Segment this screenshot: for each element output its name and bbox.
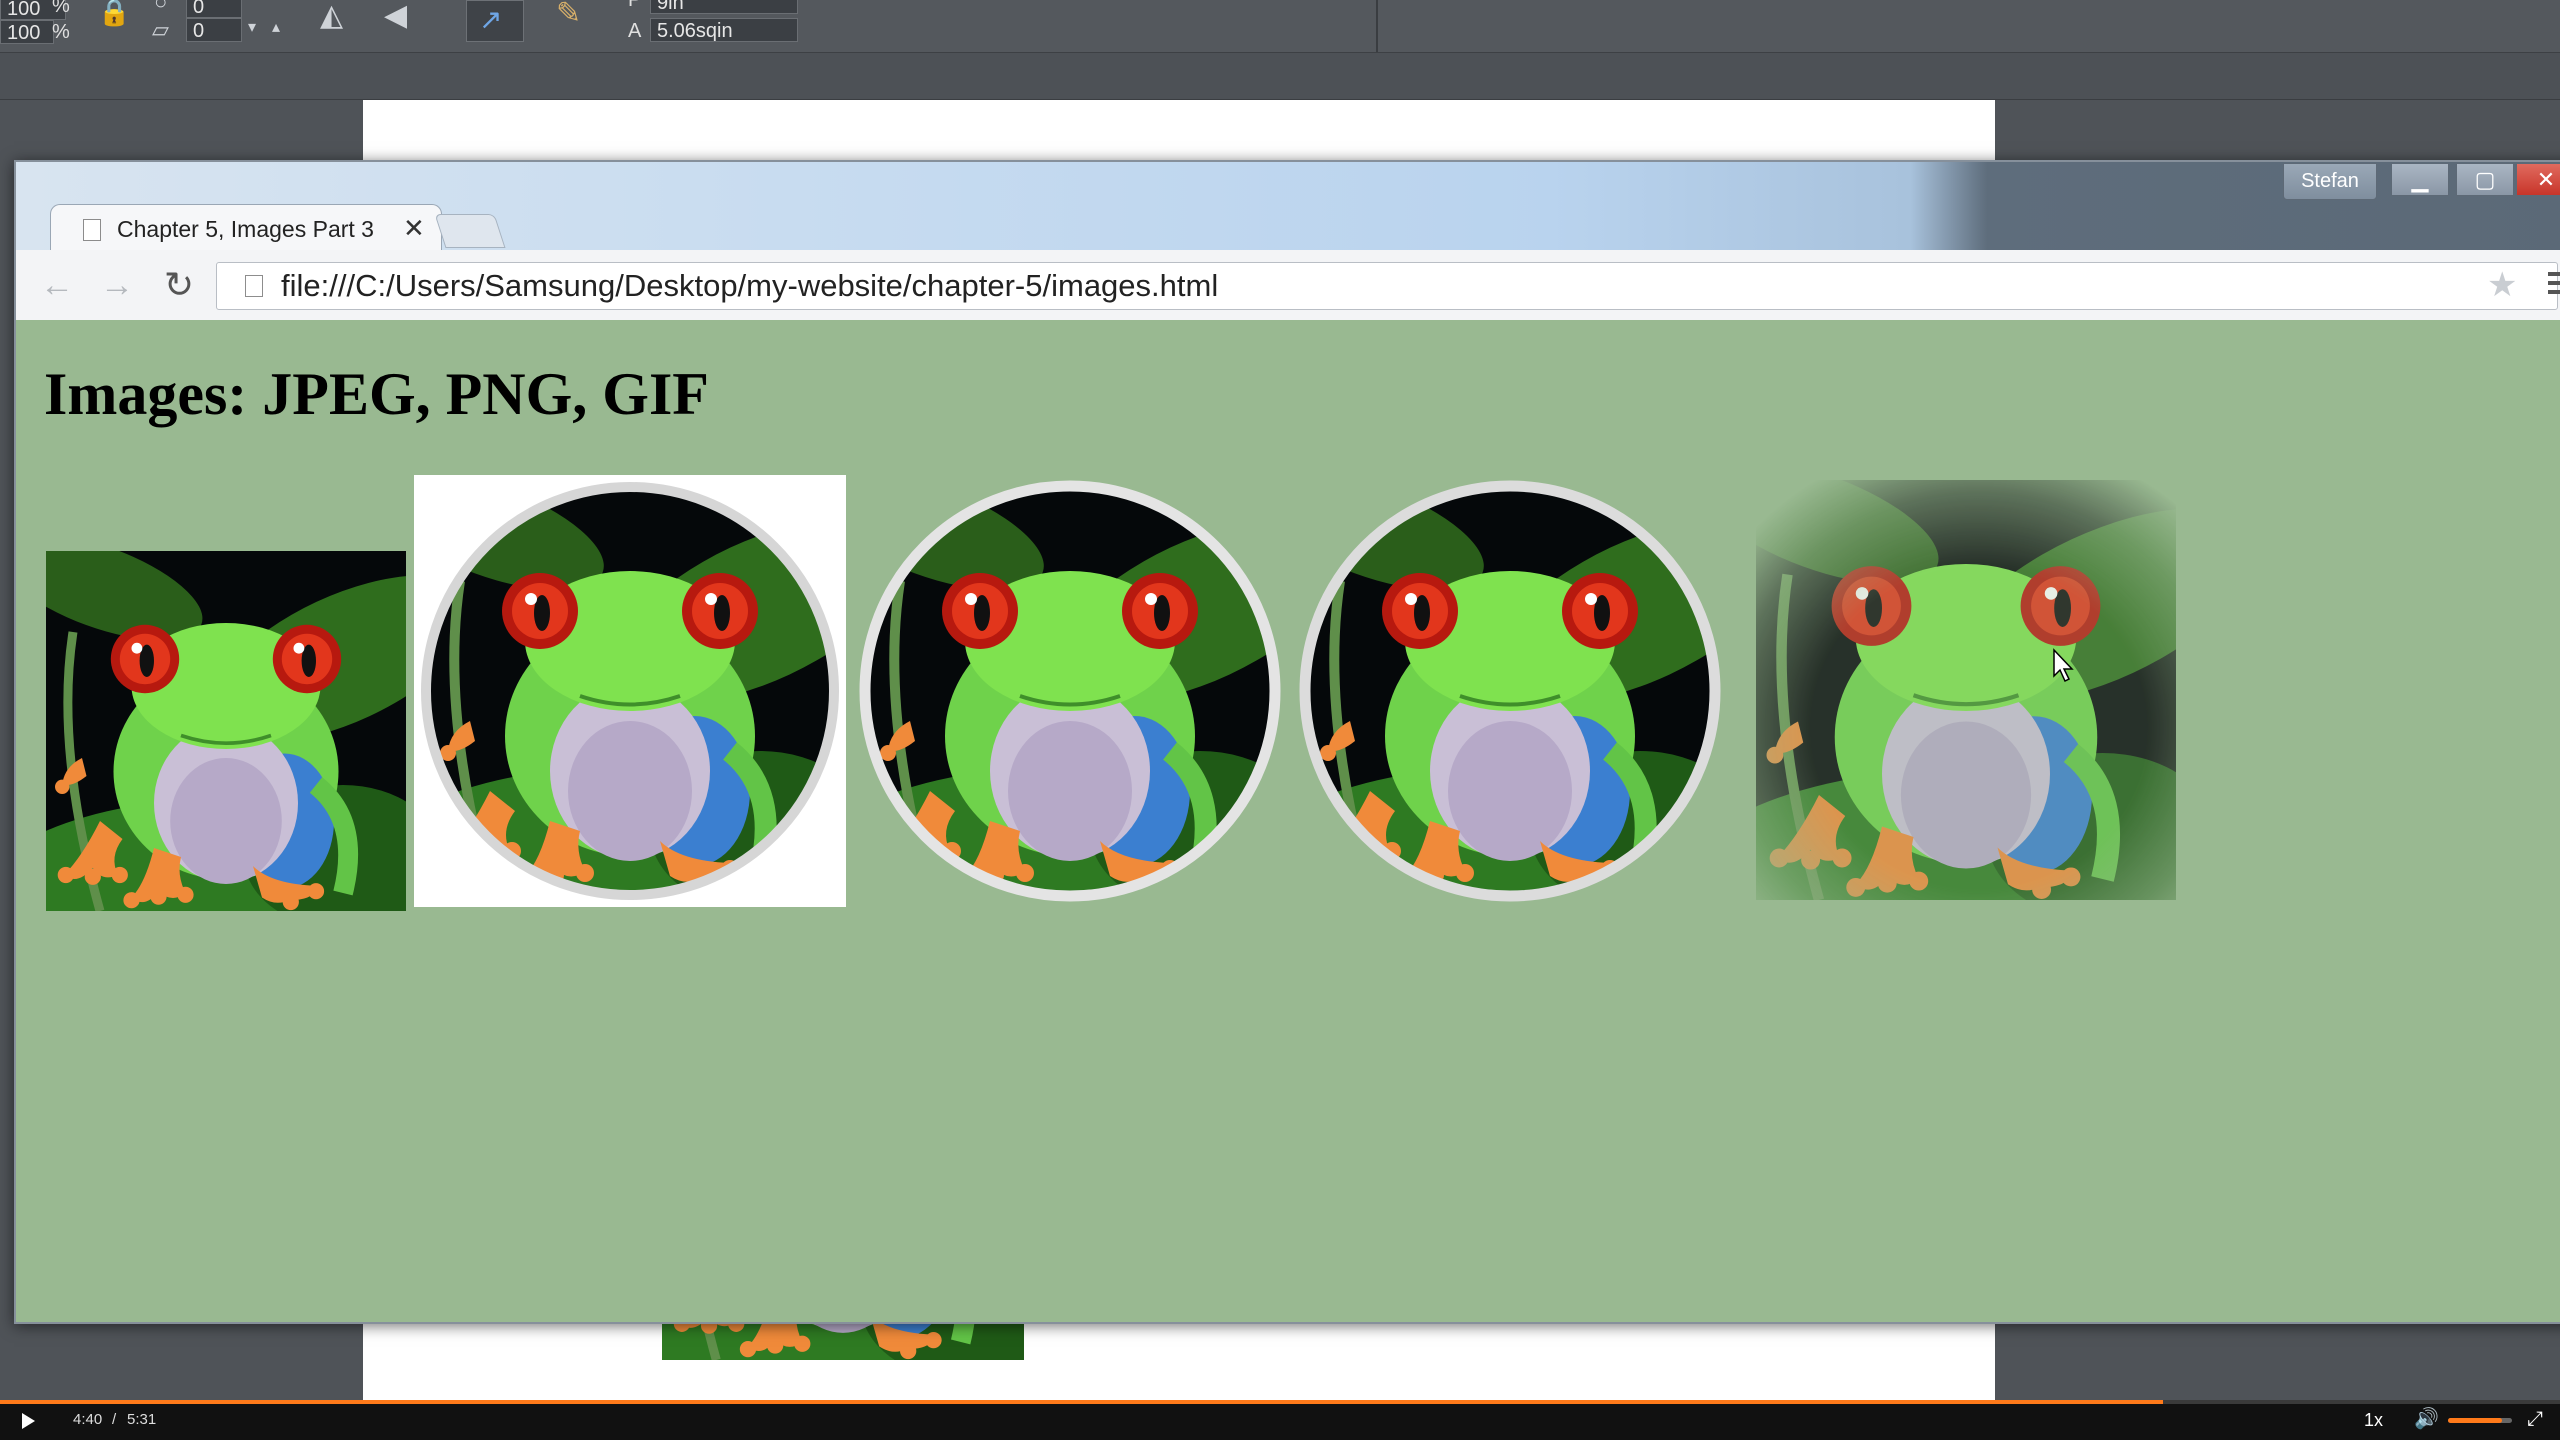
volume-slider-fill: [2448, 1418, 2503, 1423]
design-app-toolbar: 100 % 100 % 🔒 ○ 0 ▱ 0 ▾ ▴ ◭ ◀ ↗ ✎ P 9in …: [0, 0, 2560, 53]
forward-arrow-icon[interactable]: →: [96, 264, 138, 306]
browser-titlebar[interactable]: Stefan ▁ ▢ ✕ Chapter 5, Images Part 3 ✕: [16, 162, 2560, 253]
stepper-up-icon[interactable]: ▴: [272, 8, 280, 48]
new-tab-button[interactable]: [434, 214, 506, 248]
frog-jpeg-square-image[interactable]: [46, 551, 406, 911]
video-progress-bar[interactable]: [0, 1400, 2560, 1404]
flip-horizontal-icon[interactable]: ◭: [320, 0, 343, 36]
reload-icon[interactable]: ↻: [158, 264, 200, 306]
lock-proportions-icon[interactable]: 🔒: [98, 0, 130, 32]
time-separator: /: [112, 1411, 117, 1428]
arrow-tool-icon: ↗: [479, 4, 503, 35]
tab-chapter-5-images-part-3[interactable]: Chapter 5, Images Part 3 ✕: [50, 204, 442, 253]
page-document-icon: [83, 219, 101, 241]
video-progress-fill: [0, 1400, 2164, 1404]
profile-user-badge[interactable]: Stefan: [2283, 163, 2377, 200]
stepper-down-icon[interactable]: ▾: [248, 8, 256, 48]
volume-icon[interactable]: 🔊: [2414, 1408, 2439, 1430]
frog-png-circle-white-image[interactable]: [414, 475, 846, 907]
pencil-tool-icon[interactable]: ✎: [556, 0, 581, 34]
page-heading: Images: JPEG, PNG, GIF: [44, 361, 709, 427]
flip-vertical-icon[interactable]: ◀: [384, 0, 407, 36]
browser-menu-icon[interactable]: [2548, 272, 2560, 296]
address-bar[interactable]: file:///C:/Users/Samsung/Desktop/my-webs…: [216, 262, 2558, 310]
rotation-field[interactable]: 0: [186, 0, 242, 18]
scale-width-unit: %: [52, 0, 70, 17]
maximize-button[interactable]: ▢: [2456, 163, 2514, 196]
fullscreen-icon[interactable]: ⤢: [2527, 1408, 2543, 1430]
perimeter-field[interactable]: 9in: [650, 0, 798, 14]
bookmark-star-icon[interactable]: ★: [2487, 266, 2517, 304]
scale-height-field[interactable]: 100: [0, 20, 54, 44]
web-page-content: Images: JPEG, PNG, GIF: [16, 320, 2560, 1322]
design-app-toolbar-secondary: [0, 53, 2560, 100]
close-window-button[interactable]: ✕: [2516, 163, 2560, 196]
browser-window: Stefan ▁ ▢ ✕ Chapter 5, Images Part 3 ✕ …: [14, 160, 2560, 1324]
frog-gif-circle-image[interactable]: [1294, 475, 1726, 907]
browser-toolbar: ← → ↻ file:///C:/Users/Samsung/Desktop/m…: [16, 250, 2560, 321]
playback-speed-button[interactable]: 1x: [2364, 1409, 2383, 1431]
video-player-bar: 4:40 / 5:31 1x 🔊 ⤢: [0, 1400, 2560, 1440]
scale-height-unit: %: [52, 21, 70, 43]
address-url[interactable]: file:///C:/Users/Samsung/Desktop/my-webs…: [281, 270, 1218, 302]
skew-icon: ▱: [152, 17, 169, 42]
perimeter-label: P: [628, 0, 642, 11]
file-page-icon: [245, 275, 263, 297]
skew-field[interactable]: 0: [186, 18, 242, 42]
close-tab-icon[interactable]: ✕: [403, 213, 425, 243]
minimize-button[interactable]: ▁: [2391, 163, 2449, 196]
back-arrow-icon[interactable]: ←: [36, 264, 78, 306]
frog-png-circle-image[interactable]: [854, 475, 1286, 907]
tab-title: Chapter 5, Images Part 3: [117, 216, 374, 242]
frog-png-feathered-image[interactable]: [1756, 480, 2176, 900]
area-field[interactable]: 5.06sqin: [650, 18, 798, 42]
transform-tool-button[interactable]: ↗: [466, 0, 524, 42]
duration: 5:31: [127, 1411, 157, 1428]
play-icon[interactable]: [22, 1413, 35, 1429]
volume-slider[interactable]: [2448, 1418, 2512, 1423]
area-label: A: [628, 20, 642, 42]
current-time: 4:40: [73, 1411, 103, 1428]
mouse-cursor-icon: [2053, 648, 2074, 683]
toolbar-divider: [1376, 0, 1378, 52]
